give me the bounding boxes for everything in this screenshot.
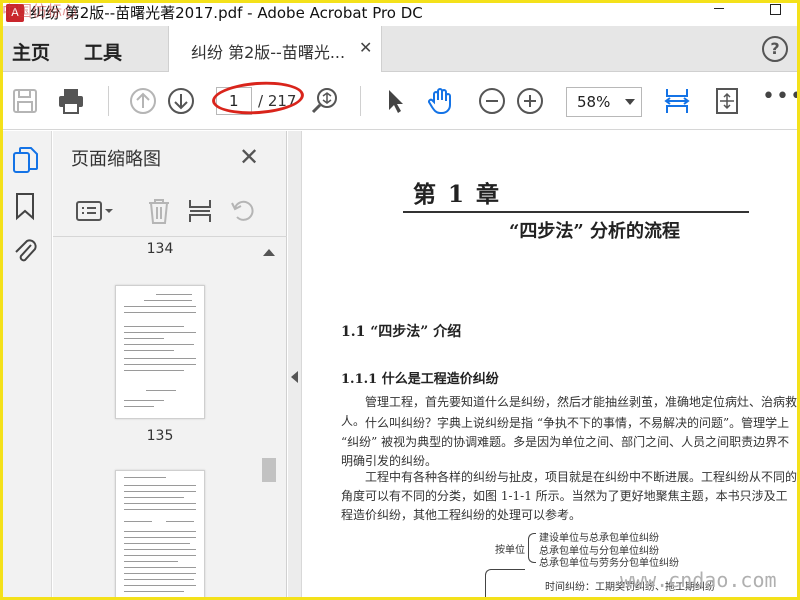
delete-page-icon[interactable]	[145, 197, 173, 225]
thumbnail-page-label: 135	[146, 428, 174, 444]
chevron-left-icon	[291, 371, 298, 383]
zoom-search-icon[interactable]	[310, 86, 340, 116]
watermark-top-left: 中国仿标心	[2, 2, 78, 20]
chapter-title: “四步法” 分析的流程	[509, 221, 680, 242]
extract-page-icon[interactable]	[186, 197, 214, 225]
collapse-panel-handle[interactable]	[288, 131, 302, 600]
menu-home[interactable]: 主页	[12, 38, 50, 65]
chevron-down-icon	[625, 99, 635, 105]
print-icon[interactable]	[56, 86, 86, 116]
select-cursor-icon[interactable]	[380, 86, 410, 116]
section-heading: 1.1 “四步法” 介绍	[341, 324, 462, 340]
diagram-group-label: 按单位	[495, 545, 525, 556]
maximize-button[interactable]	[770, 4, 781, 15]
chapter-rule	[403, 211, 749, 213]
toolbar-separator	[360, 86, 361, 116]
watermark: www.cndao.com	[620, 568, 777, 592]
save-icon[interactable]	[10, 86, 40, 116]
fit-width-icon[interactable]	[662, 86, 692, 116]
scrollbar-thumb[interactable]	[262, 458, 276, 482]
paragraph: 工程中有各种各样的纠纷与扯皮，项目就是在纠纷中不断进展。工程纠纷从不同的角度可以…	[341, 470, 798, 522]
scroll-up-icon[interactable]	[263, 249, 275, 256]
thumbnail-page-label: 134	[146, 241, 174, 257]
previous-page-icon[interactable]	[128, 86, 158, 116]
toolbar-separator	[108, 86, 109, 116]
diagram-item: 总承包单位与劳务分包单位纠纷	[539, 558, 679, 569]
document-page: 第 1 章 “四步法” 分析的流程 1.1 “四步法” 介绍 1.1.1 什么是…	[303, 131, 800, 600]
rotate-page-icon[interactable]	[229, 197, 257, 225]
page-thumbnails-panel: 页面缩略图 ✕ 134 135	[53, 131, 287, 600]
window-title: 纠纷 第2版--苗曙光著2017.pdf - Adobe Acrobat Pro…	[30, 4, 423, 22]
panel-title: 页面缩略图	[71, 149, 161, 170]
more-tools-icon[interactable]: •••	[762, 86, 800, 108]
page-thumbnails-icon[interactable]	[11, 145, 39, 175]
help-icon[interactable]: ?	[762, 36, 788, 62]
zoom-level-dropdown[interactable]: 58%	[566, 87, 642, 117]
bookmark-icon[interactable]	[11, 191, 39, 221]
diagram-connector	[485, 569, 525, 600]
document-tab-label: 纠纷 第2版--苗曙光...	[191, 43, 346, 62]
navigation-rail	[0, 131, 52, 600]
subsection-heading: 1.1.1 什么是工程造价纠纷	[341, 372, 499, 387]
thumbnail-options-icon[interactable]	[75, 197, 115, 225]
thumbnail-page-135[interactable]	[115, 285, 205, 419]
next-page-icon[interactable]	[166, 86, 196, 116]
menu-tools[interactable]: 工具	[84, 38, 122, 65]
chapter-number: 第 1 章	[413, 181, 502, 208]
minimize-button[interactable]	[714, 8, 724, 9]
zoom-level-value: 58%	[577, 93, 611, 111]
paragraph: 什么叫纠纷？字典上说纠纷是指 “争执不下的事情，不易解决的问题”。管理学上 “纠…	[341, 416, 790, 468]
close-tab-icon[interactable]: ✕	[359, 38, 372, 57]
thumbnail-scrollbar[interactable]	[259, 243, 277, 600]
thumbnail-page-136[interactable]	[115, 470, 205, 600]
thumbnail-toolbar	[53, 185, 287, 237]
annotation-red-oval	[210, 78, 306, 118]
zoom-out-icon[interactable]	[477, 86, 507, 116]
menu-tab-row: 主页 工具 纠纷 第2版--苗曙光... ✕ ?	[0, 26, 800, 73]
full-screen-icon[interactable]	[712, 86, 742, 116]
zoom-in-icon[interactable]	[515, 86, 545, 116]
title-bar: A 纠纷 第2版--苗曙光著2017.pdf - Adobe Acrobat P…	[0, 0, 800, 26]
diagram-brace	[528, 533, 536, 563]
toolbar: 1 / 217 58% •••	[0, 72, 800, 130]
attachment-icon[interactable]	[11, 235, 39, 265]
close-panel-icon[interactable]: ✕	[239, 143, 259, 171]
document-tab[interactable]: 纠纷 第2版--苗曙光... ✕	[168, 26, 382, 73]
hand-tool-icon[interactable]	[426, 86, 456, 116]
